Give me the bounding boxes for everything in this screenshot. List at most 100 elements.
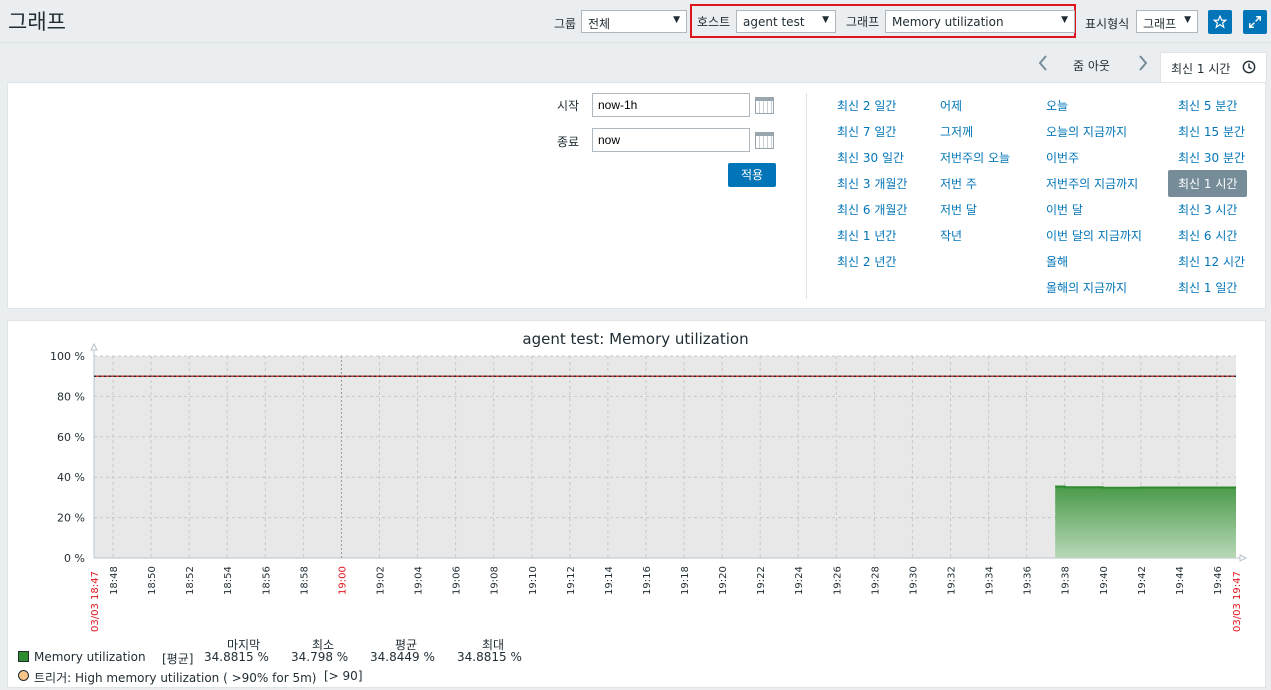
x-tick-label: 18:50 <box>147 566 158 595</box>
quick-range-link[interactable]: 오늘의 지금까지 <box>1046 123 1127 140</box>
view-label: 표시형식 <box>1085 17 1130 31</box>
x-start-label: 03/03 18:47 <box>90 571 101 632</box>
y-tick-label: 80 % <box>57 390 85 403</box>
x-end-label: 03/03 19:47 <box>1232 571 1243 632</box>
prev-period-button[interactable] <box>1037 54 1049 77</box>
x-tick-label: 19:10 <box>528 566 539 595</box>
quick-range-link[interactable]: 최신 3 시간 <box>1178 201 1237 218</box>
y-tick-label: 0 % <box>64 552 85 565</box>
quick-range-link[interactable]: 최신 3 개월간 <box>837 175 907 192</box>
x-tick-label: 19:16 <box>642 566 653 595</box>
x-axis-arrow <box>1239 554 1248 562</box>
quick-range-link[interactable]: 최신 1 일간 <box>1178 279 1237 296</box>
graph-label: 그래프 <box>846 15 880 29</box>
host-select[interactable]: agent test ▼ <box>736 10 836 33</box>
quick-range-link[interactable]: 최신 1 시간 <box>1168 170 1248 197</box>
y-tick-label: 100 % <box>50 350 85 363</box>
quick-range-link[interactable]: 최신 6 시간 <box>1178 227 1237 244</box>
quick-range-link[interactable]: 작년 <box>940 227 962 244</box>
chevron-down-icon: ▼ <box>822 15 829 25</box>
legend-series-name: Memory utilization <box>34 650 146 664</box>
view-select[interactable]: 그래프 ▼ <box>1136 10 1198 33</box>
x-tick-label: 19:40 <box>1099 566 1110 595</box>
quick-range-link[interactable]: 저번 달 <box>940 201 977 218</box>
to-input[interactable] <box>592 128 750 152</box>
quick-range-link[interactable]: 최신 6 개월간 <box>837 201 907 218</box>
x-tick-label: 19:44 <box>1175 566 1186 595</box>
y-tick-label: 60 % <box>57 431 85 444</box>
x-tick-label: 19:28 <box>870 566 881 595</box>
quick-range-link[interactable]: 최신 30 일간 <box>837 149 904 166</box>
host-select-value: agent test <box>743 15 805 29</box>
next-period-button[interactable] <box>1137 54 1149 77</box>
y-axis-arrow <box>90 342 98 351</box>
quick-range-link[interactable]: 올해 <box>1046 253 1068 270</box>
quick-range-link[interactable]: 저번 주 <box>940 175 977 192</box>
quick-range-divider <box>806 93 807 299</box>
x-tick-label: 19:02 <box>376 566 387 595</box>
group-select-value: 전체 <box>588 17 611 31</box>
quick-range-link[interactable]: 최신 12 시간 <box>1178 253 1245 270</box>
graph-select[interactable]: Memory utilization ▼ <box>885 10 1075 33</box>
legend-value-max: 34.8815 % <box>457 650 522 664</box>
x-tick-label: 18:54 <box>223 566 234 595</box>
y-tick-label: 20 % <box>57 512 85 525</box>
x-tick-label: 18:52 <box>185 566 196 595</box>
x-tick-label: 18:48 <box>109 566 120 595</box>
calendar-icon[interactable] <box>755 97 774 114</box>
chevron-right-icon <box>1139 55 1148 71</box>
legend-series-swatch <box>18 651 29 662</box>
x-tick-label: 19:26 <box>832 566 843 595</box>
quick-range-link[interactable]: 최신 1 년간 <box>837 227 896 244</box>
quick-range-link[interactable]: 오늘 <box>1046 97 1068 114</box>
quick-range-link[interactable]: 어제 <box>940 97 962 114</box>
graph-legend: 마지막 최소 평균 최대 Memory utilization [평균] 34.… <box>0 636 1271 688</box>
x-tick-label: 19:18 <box>680 566 691 595</box>
fullscreen-button[interactable] <box>1243 10 1267 34</box>
x-tick-label: 19:38 <box>1061 566 1072 595</box>
x-tick-label: 19:22 <box>756 566 767 595</box>
from-input[interactable] <box>592 93 750 117</box>
quick-range-link[interactable]: 올해의 지금까지 <box>1046 279 1127 296</box>
x-tick-label: 19:24 <box>794 566 805 595</box>
quick-range-link[interactable]: 최신 5 분간 <box>1178 97 1237 114</box>
x-tick-label: 19:36 <box>1023 566 1034 595</box>
header-divider <box>0 42 1271 43</box>
series-line <box>1055 485 1236 489</box>
x-tick-label: 19:34 <box>985 566 996 595</box>
legend-trigger-threshold: [> 90] <box>324 669 363 683</box>
quick-range-link[interactable]: 그저께 <box>940 123 973 140</box>
to-label: 종료 <box>557 135 580 149</box>
x-tick-label: 19:32 <box>947 566 958 595</box>
quick-range-link[interactable]: 이번주 <box>1046 149 1079 166</box>
memory-utilization-chart: 18:48 18:50 18:52 18:54 18:56 18:58 19:00 19:02… <box>50 342 1248 632</box>
quick-range-link[interactable]: 최신 7 일간 <box>837 123 896 140</box>
quick-range-link[interactable]: 최신 30 분간 <box>1178 149 1245 166</box>
legend-value-last: 34.8815 % <box>204 650 269 664</box>
quick-range-link[interactable]: 최신 2 일간 <box>837 97 896 114</box>
x-tick-label: 18:58 <box>299 566 310 595</box>
quick-range-link[interactable]: 저번주의 지금까지 <box>1046 175 1138 192</box>
quick-range-link[interactable]: 이번 달 <box>1046 201 1083 218</box>
favorite-button[interactable] <box>1208 10 1232 34</box>
view-select-value: 그래프 <box>1143 17 1177 31</box>
chevron-left-icon <box>1038 55 1047 71</box>
fullscreen-icon <box>1249 16 1261 28</box>
quick-range-link[interactable]: 최신 15 분간 <box>1178 123 1245 140</box>
y-tick-label: 40 % <box>57 471 85 484</box>
quick-range-link[interactable]: 저번주의 오늘 <box>940 149 1010 166</box>
series-area <box>1055 486 1236 558</box>
legend-trigger-text: 트리거: High memory utilization ( >90% for … <box>34 671 317 685</box>
x-tick-label: 19:06 <box>452 566 463 595</box>
chevron-down-icon: ▼ <box>1061 15 1068 25</box>
calendar-icon[interactable] <box>755 132 774 149</box>
time-filter-tab[interactable]: 최신 1 시간 <box>1160 52 1267 83</box>
host-label: 호스트 <box>697 15 731 29</box>
zoom-out-button[interactable]: 줌 아웃 <box>1073 57 1110 74</box>
chevron-down-icon: ▼ <box>1184 15 1191 25</box>
group-select[interactable]: 전체 ▼ <box>581 10 687 33</box>
apply-button[interactable]: 적용 <box>728 163 776 187</box>
quick-range-link[interactable]: 이번 달의 지금까지 <box>1046 227 1142 244</box>
legend-value-min: 34.798 % <box>291 650 349 664</box>
quick-range-link[interactable]: 최신 2 년간 <box>837 253 896 270</box>
